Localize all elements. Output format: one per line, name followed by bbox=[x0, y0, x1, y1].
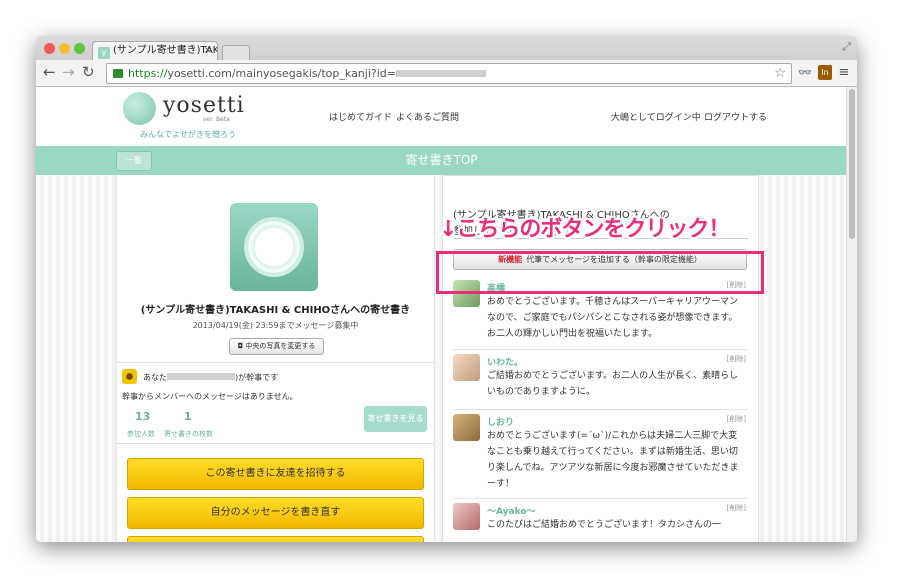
message-author[interactable]: いわた。 bbox=[487, 355, 523, 368]
message-item: 〜Ayako〜 [削除] このたびはご結婚おめでとうございます！タカシさんの一 bbox=[453, 503, 748, 542]
page-title-bar: 寄せ書きTOP 一覧 bbox=[36, 146, 847, 175]
flower-icon bbox=[244, 217, 304, 277]
browser-toolbar: ← → ↻ https://yosetti.com/mainyosegakis/… bbox=[36, 60, 857, 87]
minimize-window-button[interactable] bbox=[59, 43, 70, 54]
more-action-button[interactable] bbox=[127, 536, 424, 542]
extension-icon[interactable]: In bbox=[818, 65, 832, 80]
logo-version: ver. Beta bbox=[203, 116, 230, 123]
nav-faq-link[interactable]: よくあるご質問 bbox=[396, 110, 459, 123]
card-summary-panel: (サンプル寄せ書き)TAKASHI & CHIHOさんへの寄せ書き 2013/0… bbox=[116, 175, 435, 542]
role-prefix: あなた bbox=[143, 373, 167, 382]
favicon-icon: y bbox=[98, 47, 110, 59]
delete-link[interactable]: [削除] bbox=[727, 503, 746, 513]
redacted-name bbox=[167, 373, 235, 380]
divider bbox=[117, 443, 434, 444]
card-main-image bbox=[230, 203, 318, 291]
cards-count-label: 寄せ書きの枚数 bbox=[164, 430, 213, 438]
close-window-button[interactable] bbox=[44, 43, 55, 54]
page-content: yosetti ver. Beta みんなでよせがきを贈ろう はじめてガイド よ… bbox=[36, 87, 847, 542]
scrollbar-thumb[interactable] bbox=[849, 89, 855, 239]
nav-guide-link[interactable]: はじめてガイド bbox=[329, 110, 392, 123]
tagline: みんなでよせがきを贈ろう bbox=[140, 130, 236, 139]
avatar bbox=[453, 354, 480, 381]
members-count-label: 参加人数 bbox=[127, 430, 155, 438]
menu-icon[interactable]: ≡ bbox=[838, 65, 850, 80]
message-item: いわた。 [削除] ご結婚おめでとうございます。お二人の人生が長く、素晴らしいも… bbox=[453, 354, 748, 406]
divider bbox=[453, 349, 748, 350]
browser-window: y(サンプル寄せ書き)TAKASHI × ⤢ ← → ↻ https://yos… bbox=[36, 36, 857, 542]
divider bbox=[453, 498, 748, 499]
card-title: (サンプル寄せ書き)TAKASHI & CHIHOさんへの寄せ書き bbox=[140, 305, 411, 316]
browser-tab[interactable]: y(サンプル寄せ書き)TAKASHI × bbox=[92, 41, 218, 61]
site-header: yosetti ver. Beta みんなでよせがきを贈ろう はじめてガイド よ… bbox=[36, 87, 847, 146]
url-text: yosetti.com/mainyosegakis/top_kanji?id= bbox=[167, 67, 396, 80]
reload-icon[interactable]: ↻ bbox=[82, 64, 95, 81]
back-arrow-icon[interactable]: ← bbox=[43, 64, 56, 81]
tab-title: (サンプル寄せ書き)TAKASHI bbox=[113, 45, 217, 56]
forward-arrow-icon[interactable]: → bbox=[62, 64, 75, 81]
view-card-button[interactable]: 寄せ書きを見る bbox=[364, 406, 427, 432]
page-title: 寄せ書きTOP bbox=[405, 153, 478, 167]
bookmark-star-icon[interactable]: ☆ bbox=[774, 64, 786, 83]
organizer-note: あなた )が幹事です bbox=[143, 372, 278, 383]
callout-annotation: ↓こちらのボタンをクリック！ bbox=[439, 217, 730, 242]
login-status: 大嶋としてログイン中 bbox=[611, 113, 701, 123]
sunflower-avatar bbox=[122, 369, 137, 384]
address-bar[interactable]: https://yosetti.com/mainyosegakis/top_ka… bbox=[106, 63, 792, 84]
invite-friends-button[interactable]: この寄せ書きに友達を招待する bbox=[127, 458, 424, 490]
message-author[interactable]: 〜Ayako〜 bbox=[487, 504, 536, 517]
url-scheme: https:// bbox=[128, 67, 168, 80]
role-suffix: )が幹事です bbox=[235, 373, 279, 382]
message-text: おめでとうございます。千穂さんはスーパーキャリアウーマンなので、ご家庭でもパシパ… bbox=[487, 297, 739, 339]
message-item: しおり [削除] おめでとうございます(=´ω`)/これからは夫婦二人三脚で大変… bbox=[453, 414, 748, 499]
tab-bar: y(サンプル寄せ書き)TAKASHI × ⤢ bbox=[36, 36, 857, 61]
avatar bbox=[453, 503, 480, 530]
tab-close-icon[interactable]: × bbox=[204, 42, 212, 60]
message-text: このたびはご結婚おめでとうございます！タカシさんの一 bbox=[487, 520, 722, 530]
logo-text[interactable]: yosetti bbox=[163, 93, 245, 118]
rewrite-message-button[interactable]: 自分のメッセージを書き直す bbox=[127, 497, 424, 529]
redacted-url-part bbox=[395, 70, 486, 77]
message-text: ご結婚おめでとうございます。お二人の人生が長く、素晴らしいものでありますように。 bbox=[487, 371, 739, 397]
change-photo-label: 中央の写真を変更する bbox=[245, 342, 316, 350]
delete-link[interactable]: [削除] bbox=[727, 414, 746, 424]
fullscreen-icon[interactable]: ⤢ bbox=[842, 40, 851, 54]
members-count: 13 bbox=[135, 410, 151, 423]
lock-icon bbox=[113, 69, 123, 78]
glasses-extension-icon[interactable]: 👓 bbox=[796, 65, 814, 80]
message-author[interactable]: しおり bbox=[487, 415, 514, 428]
back-to-list-button[interactable]: 一覧 bbox=[116, 151, 152, 171]
delete-link[interactable]: [削除] bbox=[727, 354, 746, 364]
divider bbox=[117, 362, 434, 363]
card-deadline: 2013/04/19(金) 23:59までメッセージ募集中 bbox=[192, 321, 359, 330]
avatar bbox=[453, 414, 480, 441]
scrollbar[interactable] bbox=[846, 87, 857, 542]
organizer-message: 幹事からメンバーへのメッセージはありません。 bbox=[122, 392, 298, 401]
zoom-window-button[interactable] bbox=[74, 43, 85, 54]
highlight-box bbox=[436, 251, 764, 294]
new-tab-button[interactable] bbox=[222, 45, 250, 60]
cards-count: 1 bbox=[184, 410, 192, 423]
logout-link[interactable]: ログアウトする bbox=[704, 110, 767, 123]
message-text: おめでとうございます(=´ω`)/これからは夫婦二人三脚で大変なことも乗り越えて… bbox=[487, 431, 739, 489]
divider bbox=[453, 409, 748, 410]
logo-flower-icon[interactable] bbox=[123, 92, 156, 125]
change-photo-button[interactable]: ◘ 中央の写真を変更する bbox=[229, 338, 324, 355]
